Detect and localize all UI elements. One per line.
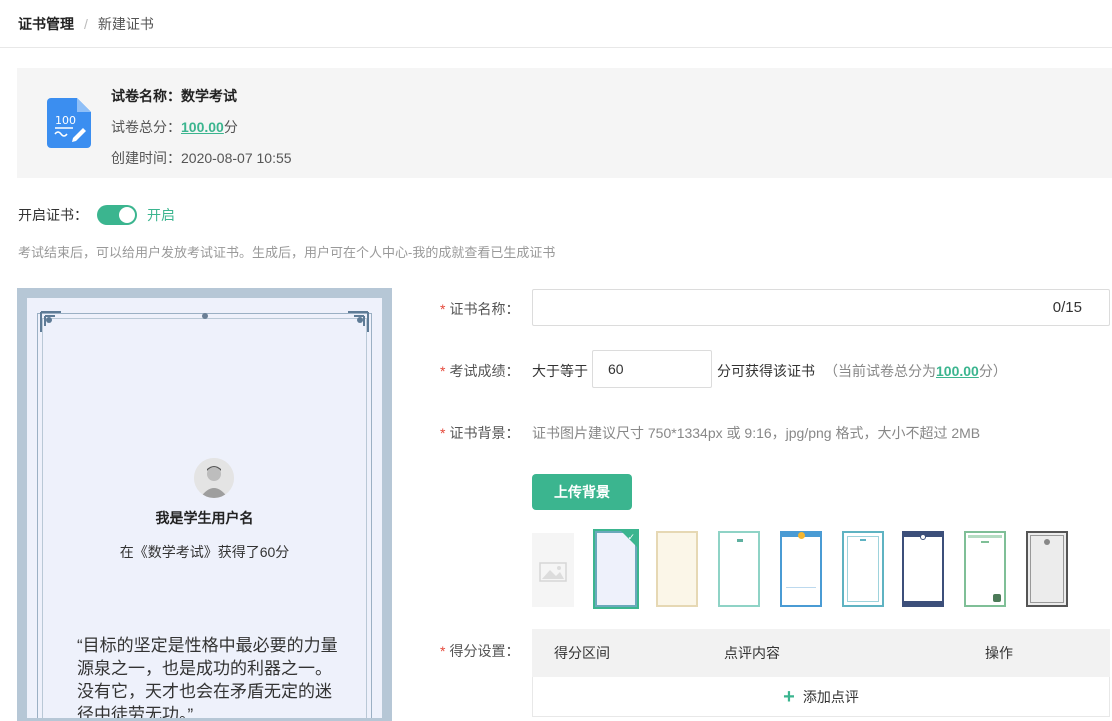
paper-info-card: 100 试卷名称：数学考试 试卷总分：100.00分 创建时间：2020-08-…: [17, 68, 1112, 178]
add-comment-label: 添加点评: [802, 688, 859, 705]
bg-hint: 证书图片建议尺寸 750*1334px 或 9:16，jpg/png 格式，大小…: [532, 425, 981, 441]
paper-created-value: 2020-08-07 10:55: [181, 150, 292, 166]
paper-created-label: 创建时间：: [111, 150, 181, 166]
certificate-toggle-state: 开启: [147, 207, 175, 223]
corner-ornament-icon: [40, 311, 61, 332]
breadcrumb-root-link[interactable]: 证书管理: [18, 14, 74, 34]
add-comment-button[interactable]: + 添加点评: [532, 677, 1110, 717]
score-threshold-input[interactable]: 60: [592, 350, 712, 388]
score-note: （当前试卷总分为100.00分）: [824, 363, 1007, 379]
certificate-hint: 考试结束后，可以给用户发放考试证书。生成后，用户可在个人中心-我的成就查看已生成…: [18, 245, 556, 260]
breadcrumb-separator: /: [84, 15, 88, 32]
scoring-settings-label: * 得分设置：: [440, 643, 520, 659]
scoring-table: 得分区间 点评内容 操作 + 添加点评: [532, 629, 1110, 717]
paper-name-label: 试卷名称：: [111, 88, 181, 104]
name-char-counter: 0/15: [1052, 299, 1082, 316]
student-name: 我是学生用户名: [155, 510, 254, 526]
template-teal-frame[interactable]: [718, 531, 760, 607]
paper-total-value: 100.00: [181, 119, 224, 135]
paper-total-label: 试卷总分：: [111, 119, 181, 135]
score-prefix: 大于等于: [532, 363, 588, 379]
certificate-preview: 我是学生用户名 在《数学考试》获得了60分 “目标的坚定是性格中最必要的力量源泉…: [17, 288, 392, 721]
certificate-toggle-label: 开启证书：: [18, 207, 88, 223]
svg-text:100: 100: [55, 114, 76, 127]
column-header-actions: 操作: [985, 645, 1013, 661]
check-icon: ✓: [627, 532, 635, 542]
column-header-comment: 点评内容: [724, 645, 780, 661]
certificate-quote: “目标的坚定是性格中最必要的力量源泉之一，也是成功的利器之一。没有它，天才也会在…: [77, 636, 338, 721]
certificate-toggle-switch[interactable]: [97, 205, 137, 225]
image-placeholder-icon[interactable]: [532, 533, 574, 607]
toggle-knob: [119, 207, 135, 223]
template-gray[interactable]: [1026, 531, 1068, 607]
top-ornament: [201, 313, 208, 319]
breadcrumb-current: 新建证书: [97, 15, 154, 32]
corner-ornament-icon: [348, 311, 369, 332]
exam-result-text: 在《数学考试》获得了60分: [119, 544, 290, 560]
avatar: [194, 458, 234, 498]
table-header: 得分区间 点评内容 操作: [532, 629, 1110, 677]
template-blue-floral[interactable]: ✓: [593, 529, 639, 609]
upload-background-button[interactable]: 上传背景: [532, 474, 632, 510]
template-teal-double[interactable]: [842, 531, 884, 607]
paper-total-unit: 分: [223, 119, 238, 135]
certificate-toggle-row: 开启证书： 开启: [18, 205, 175, 225]
exam-paper-icon: 100: [47, 98, 91, 148]
certificate-name-label: * 证书名称：: [440, 301, 520, 317]
column-header-score-range: 得分区间: [554, 645, 610, 661]
plus-icon: +: [783, 685, 795, 708]
exam-score-label: * 考试成绩：: [440, 363, 520, 379]
template-beige[interactable]: [656, 531, 698, 607]
breadcrumb: 证书管理 / 新建证书: [0, 0, 1112, 48]
certificate-name-input[interactable]: 0/15: [532, 289, 1110, 326]
template-blue-medal[interactable]: [780, 531, 822, 607]
template-navy[interactable]: [902, 531, 944, 607]
paper-name-value: 数学考试: [181, 88, 237, 104]
template-green[interactable]: [964, 531, 1006, 607]
score-suffix: 分可获得该证书: [717, 363, 815, 379]
certificate-bg-label: * 证书背景：: [440, 425, 520, 441]
